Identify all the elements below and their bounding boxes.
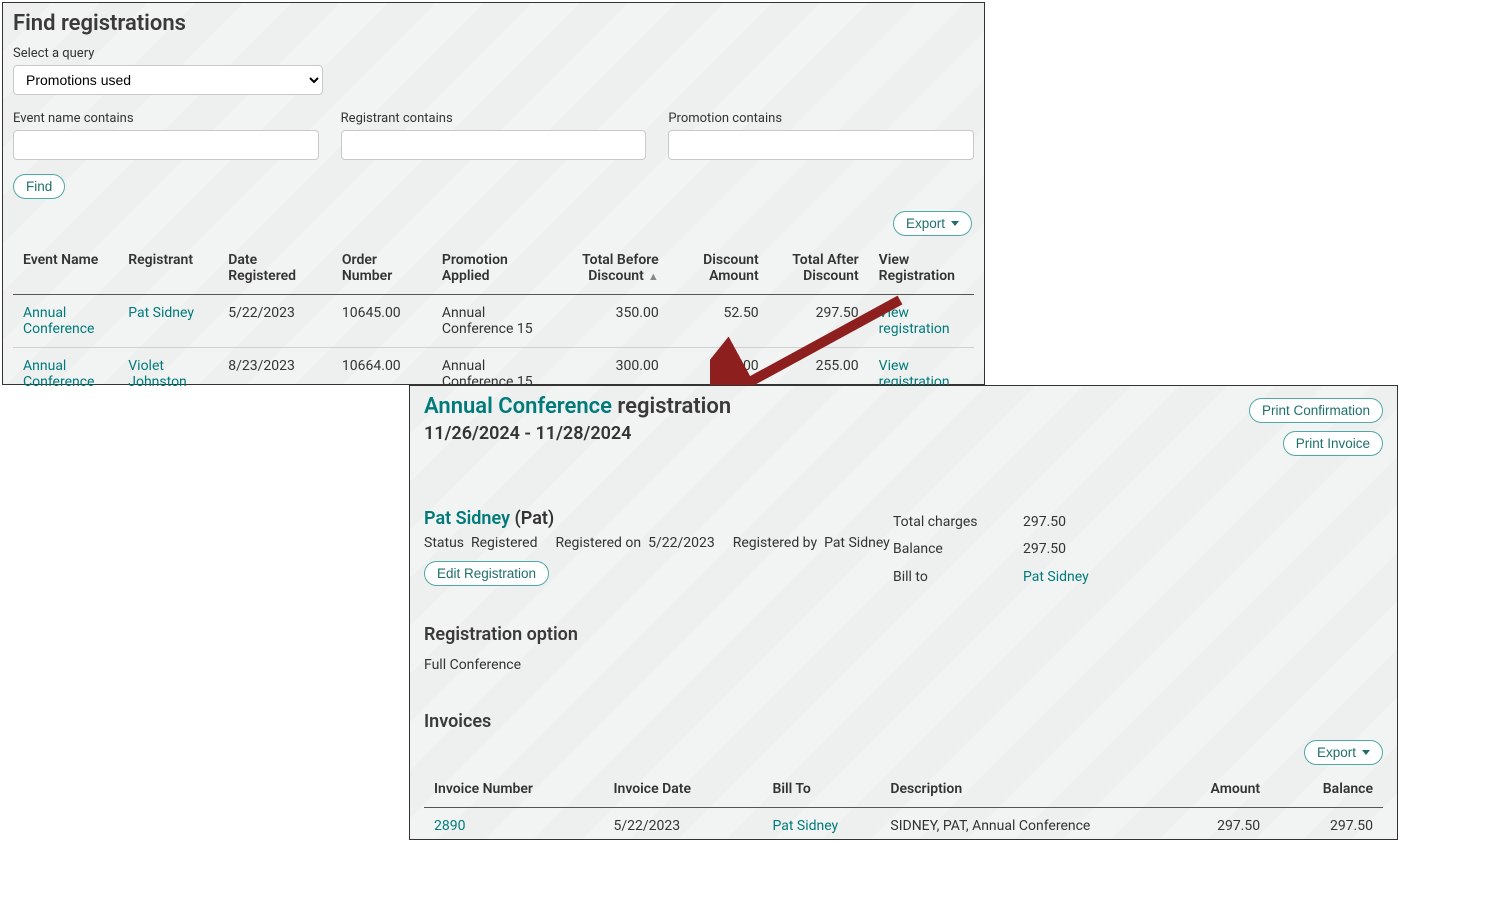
registrant-name: Pat Sidney (Pat) (424, 508, 890, 529)
invoices-export-button[interactable]: Export (1304, 740, 1383, 765)
print-invoice-button[interactable]: Print Invoice (1283, 431, 1383, 456)
col-amount[interactable]: Amount (1157, 771, 1270, 808)
event-link[interactable]: Annual Conference (23, 358, 94, 390)
total-charges-label: Total charges (893, 514, 1023, 531)
registrant-info: Pat Sidney (Pat) Status Registered Regis… (424, 508, 890, 586)
col-date[interactable]: Date Registered (218, 242, 332, 295)
event-title-link[interactable]: Annual Conference (424, 394, 612, 419)
registered-on-label: Registered on (555, 535, 641, 551)
export-label: Export (906, 216, 945, 231)
invoice-billto-link[interactable]: Pat Sidney (772, 818, 838, 834)
cell-order: 10645.00 (332, 295, 432, 348)
query-label: Select a query (13, 46, 974, 61)
filter-event: Event name contains (13, 111, 319, 160)
registered-by-label: Registered by (733, 535, 817, 551)
registrant-name-suffix: (Pat) (510, 508, 554, 529)
col-discount[interactable]: Discount Amount (669, 242, 769, 295)
promotion-filter-label: Promotion contains (668, 111, 974, 126)
registrant-name-link[interactable]: Pat Sidney (424, 508, 510, 529)
registration-option-title: Registration option (424, 624, 1383, 645)
col-order[interactable]: Order Number (332, 242, 432, 295)
col-promo[interactable]: Promotion Applied (432, 242, 558, 295)
filter-registrant: Registrant contains (341, 111, 647, 160)
promotion-filter-input[interactable] (668, 130, 974, 160)
col-invoice-date[interactable]: Invoice Date (603, 771, 762, 808)
bill-to-link[interactable]: Pat Sidney (1023, 569, 1143, 586)
event-dates: 11/26/2024 - 11/28/2024 (424, 423, 731, 444)
cell-promo: Annual Conference 15 (432, 295, 558, 348)
total-charges-value: 297.50 (1023, 514, 1143, 531)
invoices-title: Invoices (424, 711, 1383, 732)
col-registrant[interactable]: Registrant (118, 242, 218, 295)
cell-date: 8/23/2023 (218, 348, 332, 401)
cell-tad: 297.50 (769, 295, 869, 348)
find-button[interactable]: Find (13, 174, 65, 199)
event-filter-label: Event name contains (13, 111, 319, 126)
col-event[interactable]: Event Name (13, 242, 118, 295)
sort-asc-icon: ▲ (648, 270, 659, 283)
registrant-filter-input[interactable] (341, 130, 647, 160)
detail-header: Annual Conference registration 11/26/202… (424, 394, 1383, 456)
cell-invoice-date: 5/22/2023 (603, 808, 762, 845)
registrant-link[interactable]: Pat Sidney (128, 305, 194, 321)
bill-to-label: Bill to (893, 569, 1023, 586)
registrant-link[interactable]: Violet Johnston (128, 358, 187, 390)
registrant-filter-label: Registrant contains (341, 111, 647, 126)
edit-registration-button[interactable]: Edit Registration (424, 561, 549, 586)
registered-on-value: 5/22/2023 (648, 535, 715, 551)
col-view[interactable]: View Registration (869, 242, 974, 295)
header-actions: Print Confirmation Print Invoice (1249, 398, 1383, 456)
info-row: Pat Sidney (Pat) Status Registered Regis… (424, 508, 1383, 586)
registrations-table: Event Name Registrant Date Registered Or… (13, 242, 974, 400)
view-registration-link[interactable]: View registration (879, 305, 950, 337)
cell-description: SIDNEY, PAT, Annual Conference (880, 808, 1157, 845)
cell-tbd: 350.00 (558, 295, 669, 348)
registration-option-value: Full Conference (424, 657, 1383, 673)
find-registrations-panel: Find registrations Select a query Promot… (2, 2, 985, 385)
balance-value: 297.50 (1023, 541, 1143, 558)
invoice-row: 2890 5/22/2023 Pat Sidney SIDNEY, PAT, A… (424, 808, 1383, 845)
col-balance[interactable]: Balance (1270, 771, 1383, 808)
balance-label: Balance (893, 541, 1023, 558)
meta-line: Status Registered Registered on 5/22/202… (424, 535, 890, 551)
print-confirmation-button[interactable]: Print Confirmation (1249, 398, 1383, 423)
caret-down-icon (951, 221, 959, 226)
invoices-table: Invoice Number Invoice Date Bill To Desc… (424, 771, 1383, 844)
page-title: Find registrations (13, 11, 974, 36)
query-select[interactable]: Promotions used (13, 65, 323, 95)
col-bill-to[interactable]: Bill To (762, 771, 880, 808)
col-invoice-number[interactable]: Invoice Number (424, 771, 603, 808)
event-link[interactable]: Annual Conference (23, 305, 94, 337)
filter-promotion: Promotion contains (668, 111, 974, 160)
col-description[interactable]: Description (880, 771, 1157, 808)
caret-down-icon (1362, 750, 1370, 755)
registration-detail-panel: Annual Conference registration 11/26/202… (409, 385, 1398, 840)
filter-row: Event name contains Registrant contains … (13, 111, 974, 160)
registered-by-link[interactable]: Pat Sidney (824, 535, 890, 551)
col-total-after[interactable]: Total After Discount (769, 242, 869, 295)
invoices-export-label: Export (1317, 745, 1356, 760)
status-value: Registered (471, 535, 537, 551)
status-label: Status (424, 535, 464, 551)
title-suffix: registration (612, 394, 731, 419)
invoice-number-link[interactable]: 2890 (434, 818, 465, 834)
cell-disc: 52.50 (669, 295, 769, 348)
col-total-before[interactable]: Total Before Discount▲ (558, 242, 669, 295)
export-button[interactable]: Export (893, 211, 972, 236)
cell-date: 5/22/2023 (218, 295, 332, 348)
summary-block: Total charges 297.50 Balance 297.50 Bill… (893, 514, 1143, 586)
cell-balance: 297.50 (1270, 808, 1383, 845)
table-row: Annual Conference Pat Sidney 5/22/2023 1… (13, 295, 974, 348)
detail-title: Annual Conference registration (424, 394, 731, 419)
event-filter-input[interactable] (13, 130, 319, 160)
cell-amount: 297.50 (1157, 808, 1270, 845)
